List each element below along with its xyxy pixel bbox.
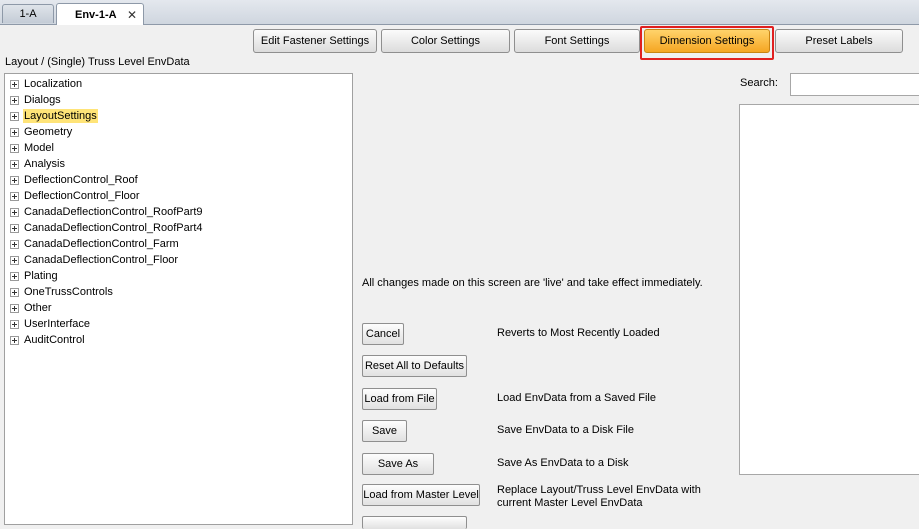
reset-all-defaults-button[interactable]: Reset All to Defaults: [362, 355, 467, 377]
tree-item-other[interactable]: Other: [10, 300, 53, 316]
cancel-description: Reverts to Most Recently Loaded: [497, 327, 660, 339]
expand-icon[interactable]: [10, 239, 19, 249]
live-changes-note: All changes made on this screen are 'liv…: [362, 277, 703, 289]
tree-item-geometry[interactable]: Geometry: [10, 124, 73, 140]
search-input[interactable]: [790, 73, 919, 96]
tree-item-model[interactable]: Model: [10, 140, 55, 156]
tree-item-canada-floor[interactable]: CanadaDeflectionControl_Floor: [10, 252, 179, 268]
expand-icon[interactable]: [10, 207, 19, 217]
expand-icon[interactable]: [10, 287, 19, 297]
partial-action-button[interactable]: [362, 516, 467, 529]
tree-item-label: CanadaDeflectionControl_RoofPart9: [24, 206, 203, 218]
expand-icon[interactable]: [10, 159, 19, 169]
load-from-file-description: Load EnvData from a Saved File: [497, 392, 656, 404]
expand-icon[interactable]: [10, 143, 19, 153]
tree-item-label: DeflectionControl_Floor: [24, 190, 140, 202]
tree-item-plating[interactable]: Plating: [10, 268, 59, 284]
tree-item-onetrusscontrols[interactable]: OneTrussControls: [10, 284, 114, 300]
tab-label: Env-1-A: [75, 8, 117, 21]
tree-item-label: CanadaDeflectionControl_RoofPart4: [24, 222, 203, 234]
search-label: Search:: [740, 77, 778, 89]
expand-icon[interactable]: [10, 255, 19, 265]
color-settings-button[interactable]: Color Settings: [381, 29, 510, 53]
tree-caption: Layout / (Single) Truss Level EnvData: [5, 56, 190, 68]
tree-item-label: Geometry: [24, 126, 73, 138]
highlight-frame: [640, 26, 774, 60]
edit-fastener-settings-button[interactable]: Edit Fastener Settings: [253, 29, 377, 53]
tree-item-label: Plating: [24, 270, 58, 282]
tree-item-layoutsettings[interactable]: LayoutSettings: [10, 108, 98, 124]
tree-item-label: LayoutSettings: [23, 109, 98, 123]
preset-labels-button[interactable]: Preset Labels: [775, 29, 903, 53]
load-from-master-level-button[interactable]: Load from Master Level: [362, 484, 480, 506]
tree-item-label: CanadaDeflectionControl_Floor: [24, 254, 179, 266]
expand-icon[interactable]: [10, 271, 19, 281]
save-as-description: Save As EnvData to a Disk: [497, 457, 629, 469]
expand-icon[interactable]: [10, 319, 19, 329]
expand-icon[interactable]: [10, 95, 19, 105]
font-settings-button[interactable]: Font Settings: [514, 29, 640, 53]
tab-label: 1-A: [19, 8, 37, 20]
tree-item-userinterface[interactable]: UserInterface: [10, 316, 91, 332]
tree-item-dialogs[interactable]: Dialogs: [10, 92, 62, 108]
tab-env-1-a[interactable]: Env-1-A ✕: [56, 3, 144, 25]
tab-1-a[interactable]: 1-A: [2, 4, 54, 23]
expand-icon[interactable]: [10, 303, 19, 313]
tree-item-deflectioncontrol-roof[interactable]: DeflectionControl_Roof: [10, 172, 139, 188]
tree-item-label: Localization: [24, 78, 83, 90]
document-tab-strip: 1-A Env-1-A ✕: [0, 0, 919, 25]
expand-icon[interactable]: [10, 111, 19, 121]
expand-icon[interactable]: [10, 127, 19, 137]
expand-icon[interactable]: [10, 175, 19, 185]
save-as-button[interactable]: Save As: [362, 453, 434, 475]
expand-icon[interactable]: [10, 191, 19, 201]
search-results-list[interactable]: [739, 104, 919, 475]
tree-item-label: Analysis: [24, 158, 65, 170]
tree-item-label: DeflectionControl_Roof: [24, 174, 138, 186]
tree-item-label: CanadaDeflectionControl_Farm: [24, 238, 179, 250]
tree-item-label: UserInterface: [24, 318, 91, 330]
save-button[interactable]: Save: [362, 420, 407, 442]
close-icon[interactable]: ✕: [127, 8, 137, 22]
tree-item-deflectioncontrol-floor[interactable]: DeflectionControl_Floor: [10, 188, 141, 204]
load-from-file-button[interactable]: Load from File: [362, 388, 437, 410]
cancel-button[interactable]: Cancel: [362, 323, 404, 345]
tree-item-label: Model: [24, 142, 54, 154]
tree-item-label: AuditControl: [24, 334, 85, 346]
tree-item-auditcontrol[interactable]: AuditControl: [10, 332, 86, 348]
tree-item-canada-roofpart4[interactable]: CanadaDeflectionControl_RoofPart4: [10, 220, 204, 236]
tree-item-canada-farm[interactable]: CanadaDeflectionControl_Farm: [10, 236, 180, 252]
expand-icon[interactable]: [10, 335, 19, 345]
expand-icon[interactable]: [10, 223, 19, 233]
expand-icon[interactable]: [10, 79, 19, 89]
tree-item-canada-roofpart9[interactable]: CanadaDeflectionControl_RoofPart9: [10, 204, 204, 220]
tree-item-localization[interactable]: Localization: [10, 76, 83, 92]
tree-item-label: Other: [24, 302, 52, 314]
tree-item-label: Dialogs: [24, 94, 61, 106]
load-from-master-description: Replace Layout/Truss Level EnvData with …: [497, 484, 701, 509]
envdata-tree[interactable]: Localization Dialogs LayoutSettings Geom…: [4, 73, 353, 525]
save-description: Save EnvData to a Disk File: [497, 424, 634, 436]
tree-item-label: OneTrussControls: [24, 286, 113, 298]
tree-item-analysis[interactable]: Analysis: [10, 156, 66, 172]
